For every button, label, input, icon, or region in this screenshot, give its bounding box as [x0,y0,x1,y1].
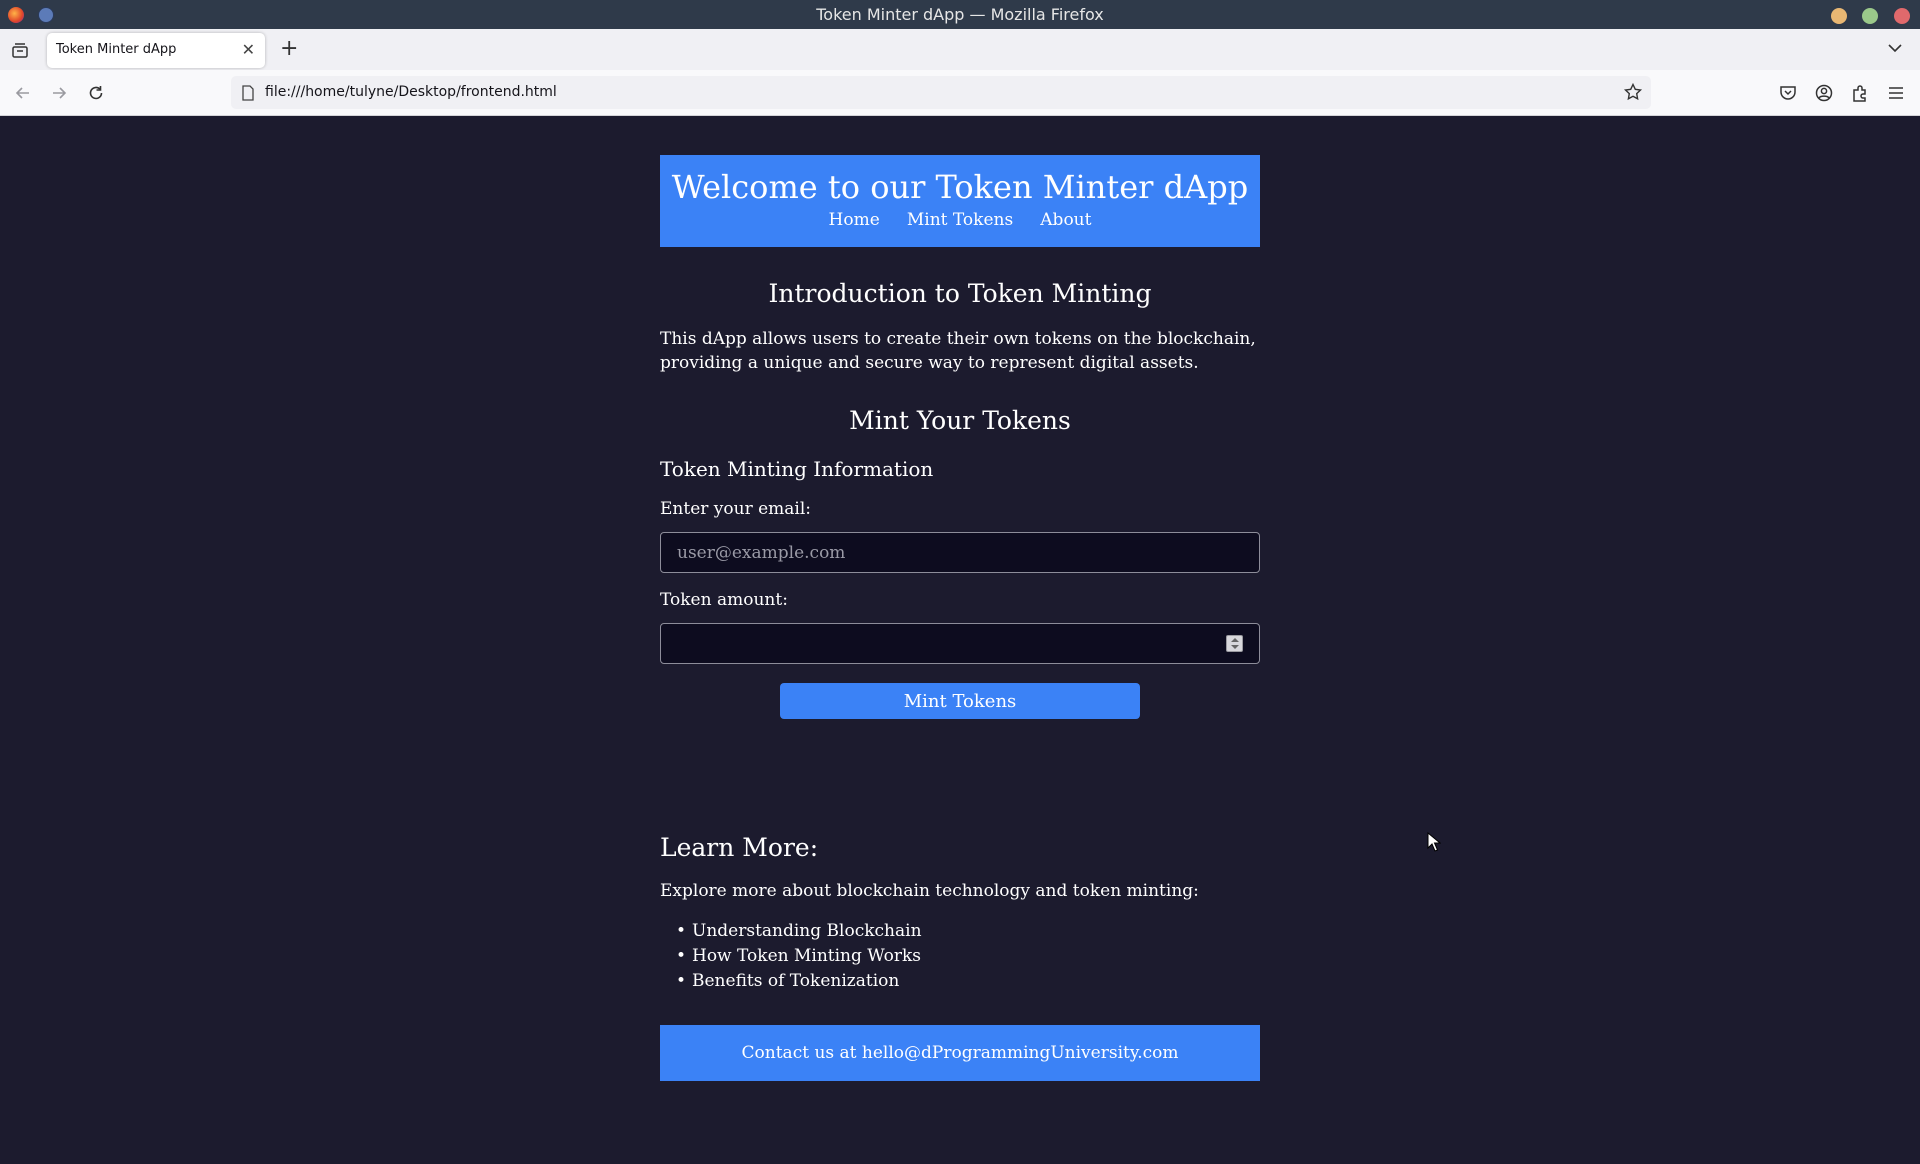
site-nav: Home Mint Tokens About [660,210,1260,230]
window-titlebar: Token Minter dApp — Mozilla Firefox [0,0,1920,29]
maximize-button[interactable] [1862,8,1878,24]
close-icon[interactable]: ✕ [242,40,255,59]
extensions-icon[interactable] [1850,83,1870,103]
reload-icon[interactable] [86,83,106,103]
tab-title: Token Minter dApp [56,42,177,57]
nav-link-mint-tokens[interactable]: Mint Tokens [907,210,1013,230]
account-icon[interactable] [1814,83,1834,103]
mouse-cursor-icon [1427,831,1442,852]
tab-list-icon[interactable] [10,41,30,59]
star-icon[interactable] [1623,82,1643,102]
back-arrow-icon[interactable] [13,83,33,103]
nav-link-home[interactable]: Home [829,210,880,230]
mint-form-heading: Token Minting Information [660,457,934,481]
learn-more-list: Understanding Blockchain How Token Minti… [660,919,922,994]
window-title: Token Minter dApp — Mozilla Firefox [816,5,1104,24]
tab-strip: Token Minter dApp ✕ + [0,29,1920,70]
intro-heading: Introduction to Token Minting [768,279,1152,308]
close-window-button[interactable] [1894,8,1910,24]
site-header: Welcome to our Token Minter dApp Home Mi… [660,155,1260,247]
site-title: Welcome to our Token Minter dApp [671,168,1249,206]
token-amount-label: Token amount: [660,590,788,610]
list-item[interactable]: Understanding Blockchain [660,919,922,944]
chevron-down-icon[interactable] [1886,39,1904,57]
learn-more-heading: Learn More: [660,833,819,862]
list-item[interactable]: Benefits of Tokenization [660,969,922,994]
navigation-bar: file:///home/tulyne/Desktop/frontend.htm… [0,70,1920,116]
nav-link-about[interactable]: About [1040,210,1091,230]
token-amount-input[interactable] [660,623,1260,664]
plus-icon[interactable]: + [280,36,298,61]
tab-token-minter[interactable]: Token Minter dApp ✕ [47,33,265,68]
mint-heading: Mint Your Tokens [849,406,1071,435]
email-field[interactable] [660,532,1260,573]
learn-more-paragraph: Explore more about blockchain technology… [660,881,1199,901]
url-bar[interactable]: file:///home/tulyne/Desktop/frontend.htm… [231,76,1651,109]
list-item[interactable]: How Token Minting Works [660,944,922,969]
minimize-button[interactable] [1831,8,1847,24]
web-page: Welcome to our Token Minter dApp Home Mi… [0,116,1920,1164]
intro-paragraph: This dApp allows users to create their o… [660,329,1256,373]
url-text[interactable]: file:///home/tulyne/Desktop/frontend.htm… [265,84,557,100]
page-icon [241,85,255,101]
mint-tokens-button[interactable]: Mint Tokens [780,683,1140,719]
menu-icon[interactable] [1886,83,1906,103]
site-footer: Contact us at hello@dProgrammingUniversi… [660,1025,1260,1081]
pocket-icon[interactable] [1778,83,1798,103]
email-label: Enter your email: [660,499,812,519]
forward-arrow-icon[interactable] [49,83,69,103]
number-spinner-icon[interactable] [1226,635,1243,652]
